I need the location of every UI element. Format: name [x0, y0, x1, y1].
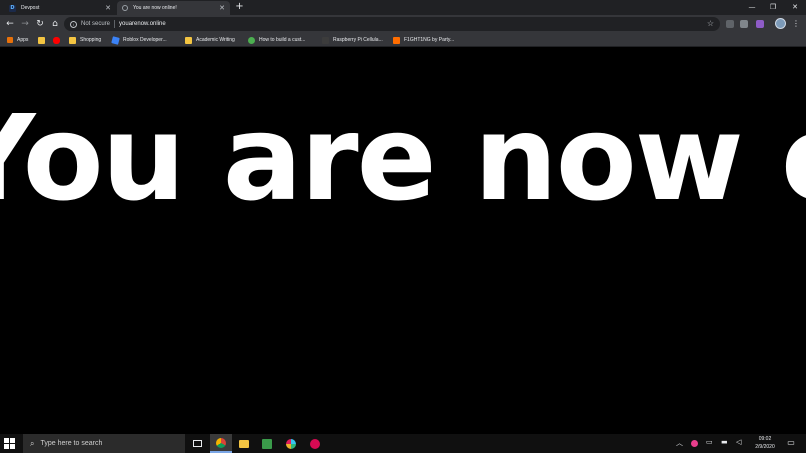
folder-icon	[38, 36, 45, 44]
search-placeholder: Type here to search	[40, 440, 103, 447]
extension-icon[interactable]	[726, 20, 734, 28]
search-icon: ⌕	[30, 438, 35, 448]
close-tab-icon[interactable]: ✕	[104, 4, 112, 12]
security-status: Not secure	[81, 21, 111, 27]
bookmark-star-icon[interactable]: ☆	[707, 19, 714, 28]
page-headline: You are now online	[0, 89, 806, 227]
bookmark-build-custom[interactable]: How to build a cust...	[248, 36, 305, 44]
roblox-icon	[111, 35, 120, 45]
taskbar-slack[interactable]	[280, 434, 302, 453]
chrome-icon	[216, 437, 226, 448]
bookmark-raspberry-pi[interactable]: Raspberry Pi Cellula...	[322, 36, 383, 44]
site-icon	[248, 36, 255, 44]
bookmark-label: How to build a cust...	[259, 37, 306, 43]
info-icon[interactable]: i	[70, 20, 77, 28]
separator	[114, 20, 116, 28]
restore-button[interactable]: ❐	[763, 1, 783, 13]
bookmark-fighting[interactable]: F1GHT1NG by Party...	[393, 36, 454, 44]
bookmark-apps[interactable]: Apps	[7, 36, 28, 44]
tray-app-icon[interactable]	[691, 440, 698, 447]
system-clock[interactable]: 09:02 2/9/2020	[748, 435, 782, 451]
minimize-button[interactable]: —	[742, 1, 762, 13]
bookmark-label: Roblox Developer...	[123, 37, 167, 43]
windows-start-icon[interactable]	[4, 438, 15, 449]
bookmarks-bar: Apps Shopping Roblox Developer... Academ…	[0, 33, 806, 47]
task-view-icon	[192, 440, 202, 447]
taskbar-chrome[interactable]	[210, 434, 232, 453]
task-view-button[interactable]	[186, 434, 208, 453]
page-content: You are now online	[0, 48, 806, 434]
start-tile	[10, 438, 15, 443]
bookmark-academic-writing[interactable]: Academic Writing	[185, 36, 235, 44]
raspberry-icon	[322, 36, 329, 44]
window-close-button[interactable]: ✕	[785, 1, 805, 13]
extension-icon[interactable]	[756, 20, 764, 28]
address-bar[interactable]: i Not secure youarenow.online ☆	[64, 17, 720, 31]
forward-button[interactable]: →	[18, 17, 32, 31]
bookmark-label: Shopping	[80, 37, 102, 43]
taskbar: ⌕ Type here to search ︿ ▭ ▬ ◁ 09:02 2/9/…	[0, 434, 806, 453]
apps-grid-icon	[7, 37, 13, 43]
folder-icon	[239, 439, 249, 448]
tab-title: Devpost	[21, 5, 40, 11]
folder-icon	[185, 36, 192, 44]
tab-you-are-now-online[interactable]: You are now online! ✕	[117, 1, 230, 15]
battery-icon[interactable]: ▬	[721, 438, 728, 446]
taskbar-file-explorer[interactable]	[233, 434, 255, 453]
profile-avatar[interactable]	[775, 18, 786, 29]
bookmark-roblox[interactable]: Roblox Developer...	[111, 35, 167, 45]
start-tile	[10, 444, 15, 449]
taskbar-debian[interactable]	[304, 434, 326, 453]
tab-devpost[interactable]: D Devpost ✕	[4, 1, 116, 15]
bookmark-label: F1GHT1NG by Party...	[404, 37, 455, 43]
tab-title: You are now online!	[133, 5, 177, 11]
bookmark-youtube[interactable]	[53, 36, 64, 44]
slack-icon	[286, 438, 296, 449]
bookmark-label: Raspberry Pi Cellula...	[333, 37, 383, 43]
network-icon[interactable]: ▭	[706, 438, 713, 446]
site-icon	[393, 36, 400, 44]
clock-time: 09:02	[758, 436, 772, 442]
folder-icon	[69, 36, 76, 44]
bookmark-folder[interactable]	[38, 36, 49, 44]
menu-button[interactable]: ⋮	[792, 18, 800, 30]
chevron-up-icon[interactable]: ︿	[676, 438, 683, 448]
close-tab-icon[interactable]: ✕	[218, 4, 226, 12]
bookmark-label: Academic Writing	[196, 37, 235, 43]
clock-date: 2/9/2020	[755, 444, 775, 450]
notification-icon[interactable]: ▭	[786, 438, 796, 448]
tab-strip: D Devpost ✕ You are now online! ✕ + — ❐ …	[0, 0, 806, 15]
debian-icon	[310, 438, 320, 449]
bookmark-shopping[interactable]: Shopping	[69, 36, 101, 44]
start-tile	[4, 444, 9, 449]
reload-button[interactable]: ↻	[33, 17, 47, 31]
extension-icon[interactable]	[740, 20, 748, 28]
youtube-icon	[53, 36, 60, 44]
home-button[interactable]: ⌂	[48, 17, 62, 31]
volume-icon[interactable]: ◁	[736, 438, 741, 446]
back-button[interactable]: ←	[3, 17, 17, 31]
new-tab-button[interactable]: +	[234, 2, 245, 13]
start-tile	[4, 438, 9, 443]
app-icon	[262, 438, 272, 449]
devpost-favicon-icon: D	[9, 4, 16, 12]
bookmark-label: Apps	[17, 37, 29, 43]
globe-icon	[122, 5, 128, 11]
url-text[interactable]: youarenow.online	[119, 21, 166, 27]
taskbar-search-input[interactable]: ⌕ Type here to search	[23, 434, 185, 453]
taskbar-app[interactable]	[256, 434, 278, 453]
toolbar: ← → ↻ ⌂ i Not secure youarenow.online ☆ …	[0, 15, 806, 33]
